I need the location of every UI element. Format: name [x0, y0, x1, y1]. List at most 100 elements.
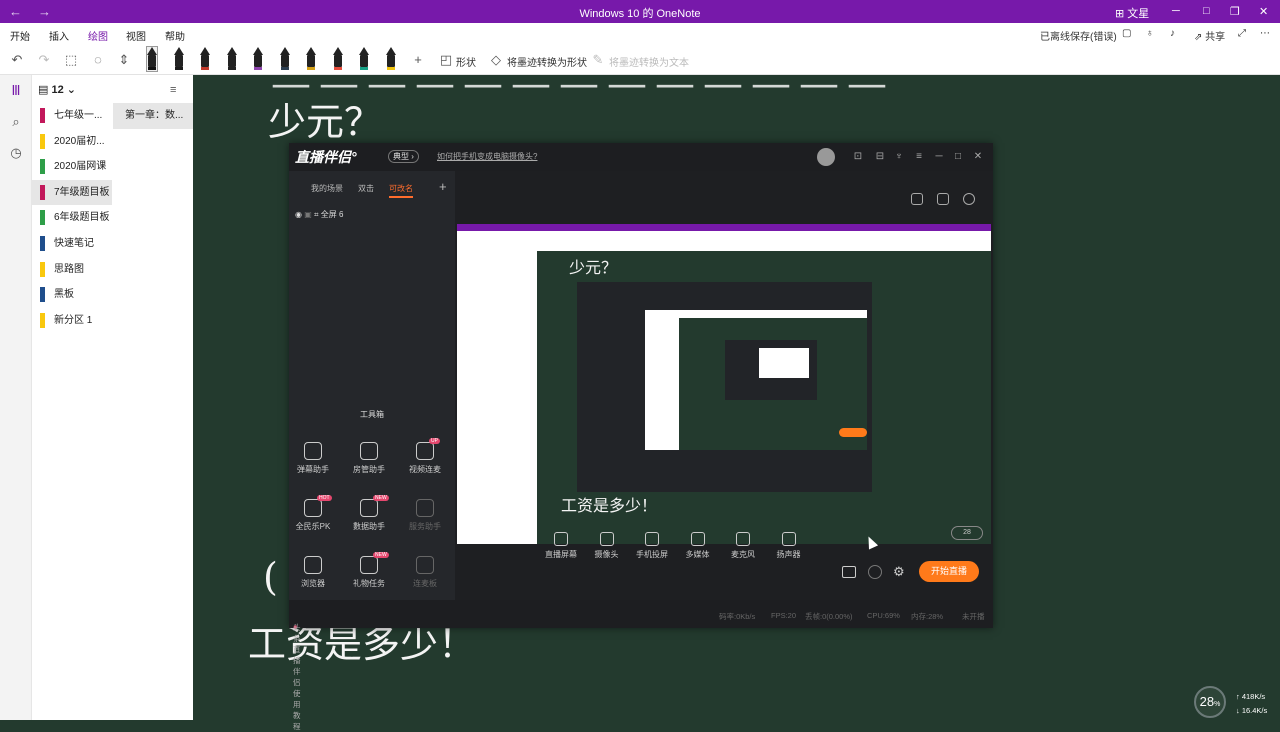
ink-to-shape-icon[interactable]: ◇	[488, 52, 504, 68]
notebook-selector[interactable]: ▤ 12 ⌄	[38, 83, 76, 96]
section-label: 2020届初...	[54, 135, 105, 147]
insert-space-icon[interactable]: ⇕	[116, 52, 132, 68]
add-pen-icon[interactable]: +	[410, 52, 426, 68]
section-item[interactable]: 黑板	[32, 282, 112, 308]
tool-button[interactable]: 连麦板	[401, 556, 449, 589]
section-item[interactable]: 6年级题目板	[32, 205, 112, 231]
tutorial-link-label: 头条直播伴侣使用教程	[293, 623, 301, 731]
shapes-label[interactable]: 形状	[456, 54, 476, 69]
preview-nested-window-3	[759, 348, 809, 378]
section-item[interactable]: 新分区 1	[32, 308, 112, 334]
section-item[interactable]: 快速笔记	[32, 231, 112, 257]
source-icon	[736, 532, 750, 546]
expand-icon[interactable]: ⤢	[1238, 28, 1246, 39]
lasso-select-icon[interactable]: ⬚	[63, 52, 79, 68]
shapes-icon[interactable]: ◰	[438, 52, 454, 68]
tab-help[interactable]: 帮助	[165, 28, 185, 43]
scene-item[interactable]: ◉ ▣ ⌗ 全屏 6	[295, 209, 343, 220]
pen-icon[interactable]	[332, 47, 343, 71]
mode-badge[interactable]: 典型 ›	[388, 150, 419, 163]
section-item[interactable]: 七年级一...	[32, 103, 112, 129]
message-icon[interactable]: ⊟	[874, 151, 886, 163]
avatar[interactable]	[817, 148, 835, 166]
add-scene-icon[interactable]: +	[439, 179, 447, 194]
source-button[interactable]: 麦克风	[721, 532, 765, 560]
feedback-icon[interactable]: ⊡	[852, 151, 864, 163]
shirt-icon[interactable]: ♆	[893, 151, 905, 163]
ink-to-shape-label[interactable]: 将墨迹转换为形状	[507, 54, 587, 69]
preview-nested-canvas	[645, 310, 867, 450]
pen-icon[interactable]	[200, 47, 210, 71]
grid-icon[interactable]	[937, 193, 949, 205]
user-name[interactable]: ⊞ 文星	[1115, 5, 1149, 21]
tool-button[interactable]: 浏览器	[289, 556, 337, 589]
minimize-icon[interactable]: ─	[933, 151, 945, 163]
handwriting-line1: 少元？	[268, 100, 383, 144]
tab-home[interactable]: 开始	[10, 28, 30, 43]
undo-icon[interactable]: ↶	[9, 52, 25, 68]
pen-icon[interactable]	[385, 47, 396, 71]
redo-icon[interactable]: ↷	[36, 52, 52, 68]
recent-clock-icon[interactable]: ◷	[8, 145, 24, 161]
pen-selected-icon[interactable]	[146, 46, 158, 72]
tab-view[interactable]: 视图	[126, 28, 146, 43]
pen-icon[interactable]	[359, 47, 369, 71]
pen-icon[interactable]	[226, 47, 237, 71]
tab-rename[interactable]: 可改名	[389, 183, 413, 198]
source-button[interactable]: 直播屏幕	[539, 532, 583, 560]
restore-icon[interactable]: □	[1203, 5, 1210, 17]
tool-button[interactable]: 礼物任务 NEW	[345, 552, 393, 589]
bell-icon[interactable]: ♪	[1170, 28, 1175, 39]
net-speed-widget[interactable]: 28% ↑ 418K/s ↓ 16.4K/s	[1188, 684, 1280, 720]
source-button[interactable]: 扬声器	[767, 532, 811, 560]
help-link[interactable]: 如何把手机变成电脑摄像头?	[437, 151, 537, 162]
section-item[interactable]: 2020届初...	[32, 129, 112, 155]
maximize-icon[interactable]: □	[952, 151, 964, 163]
minimize-icon[interactable]: ─	[1172, 5, 1180, 17]
share-button[interactable]: ⇗ 共享	[1194, 28, 1225, 43]
source-icon	[645, 532, 659, 546]
pen-icon[interactable]	[173, 47, 184, 71]
tool-button[interactable]: 服务助手	[401, 499, 449, 532]
notebooks-icon[interactable]: Ⅲ	[8, 83, 24, 99]
lightbulb-icon[interactable]: ♁	[1146, 28, 1154, 39]
page-item[interactable]: 第一章：数...	[113, 103, 193, 129]
tab-my-scenes[interactable]: 我的场景	[311, 183, 343, 194]
more-icon[interactable]: ⋯	[1260, 28, 1270, 39]
maximize-icon[interactable]: ❐	[1230, 5, 1240, 18]
sort-icon[interactable]: ≡	[170, 84, 176, 96]
search-icon[interactable]: ⌕	[8, 114, 24, 130]
source-button[interactable]: 手机投屏	[630, 532, 674, 560]
close-icon[interactable]: ✕	[1259, 5, 1268, 18]
pen-icon[interactable]	[279, 47, 290, 71]
menu-icon[interactable]: ≡	[913, 151, 925, 163]
eye-icon[interactable]: ◉	[295, 210, 302, 219]
source-button[interactable]: 多媒体	[676, 532, 720, 560]
pen-icon[interactable]	[253, 47, 263, 71]
record-icon[interactable]	[842, 566, 856, 578]
tool-button[interactable]: 弹幕助手	[289, 442, 337, 475]
notebook-sync-icon[interactable]: ▢	[1122, 28, 1131, 39]
preview-sidebar	[457, 251, 537, 544]
tool-badge: NEW	[373, 495, 389, 501]
pen-icon[interactable]	[306, 47, 316, 71]
eraser-icon[interactable]: ◌	[90, 52, 106, 68]
section-item[interactable]: 2020届网课	[32, 154, 112, 180]
layout-icon[interactable]	[911, 193, 923, 205]
section-item[interactable]: 思路图	[32, 257, 112, 283]
section-item[interactable]: 7年级题目板	[32, 179, 112, 206]
live-preview[interactable]: 少元？ 工资是多少！ 28	[457, 224, 991, 544]
tool-button[interactable]: 视频连麦 UP	[401, 438, 449, 475]
settings-gear-icon[interactable]: ⚙	[893, 564, 905, 580]
start-live-button[interactable]: 开始直播	[919, 561, 979, 582]
tool-button[interactable]: 房管助手	[345, 442, 393, 475]
timer-icon[interactable]	[868, 565, 882, 579]
tab-insert[interactable]: 插入	[49, 28, 69, 43]
close-icon[interactable]: ✕	[972, 151, 984, 163]
tool-button[interactable]: 數据助手 NEW	[345, 495, 393, 532]
lock-icon[interactable]: ▣	[304, 210, 312, 219]
share-icon[interactable]	[963, 193, 975, 205]
tool-button[interactable]: 全民乐PK HOT	[289, 495, 337, 532]
tab-double-click[interactable]: 双击	[358, 183, 374, 194]
source-button[interactable]: 摄像头	[585, 532, 629, 560]
